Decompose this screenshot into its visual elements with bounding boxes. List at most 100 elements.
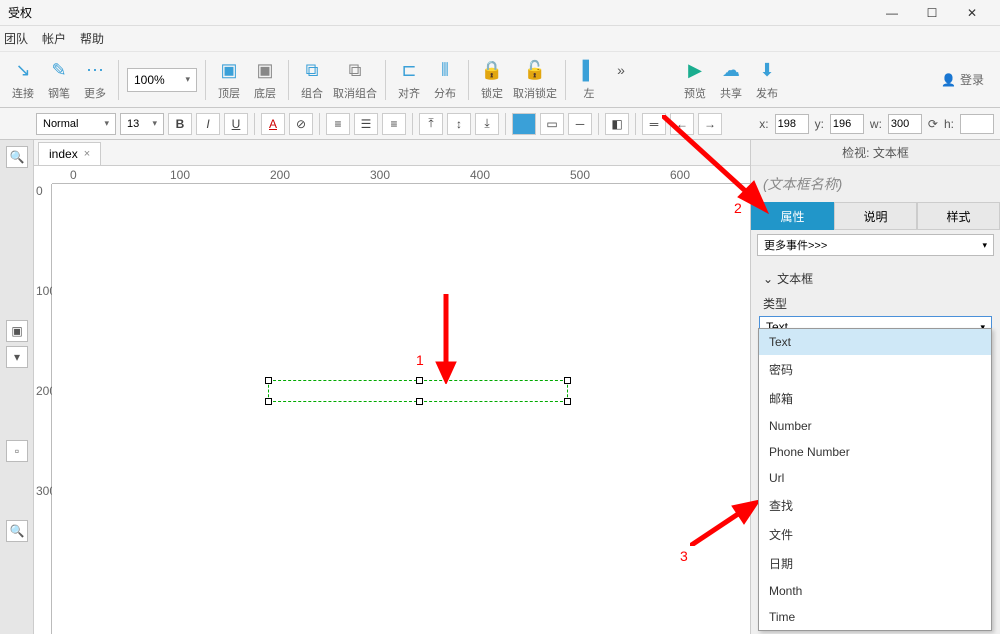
align-center-button[interactable]: ☰ — [354, 113, 378, 135]
tab-index[interactable]: index × — [38, 142, 101, 165]
option-url[interactable]: Url — [759, 465, 991, 491]
type-label: 类型 — [751, 291, 1000, 314]
unlock-button[interactable]: 🔓取消锁定 — [513, 59, 557, 101]
selected-widget[interactable] — [268, 380, 568, 402]
option-email[interactable]: 邮箱 — [759, 384, 991, 413]
option-phone[interactable]: Phone Number — [759, 439, 991, 465]
lock-icon: 🔒 — [480, 59, 504, 83]
line-style-button[interactable]: ─ — [568, 113, 592, 135]
align-button[interactable]: ⊏对齐 — [394, 59, 424, 101]
text-color-button[interactable]: A — [261, 113, 285, 135]
option-password[interactable]: 密码 — [759, 355, 991, 384]
unlock-icon: 🔓 — [523, 59, 547, 83]
publish-button[interactable]: ⬇发布 — [752, 59, 782, 101]
bold-button[interactable]: B — [168, 113, 192, 135]
border-button[interactable]: ▭ — [540, 113, 564, 135]
widget-name-field[interactable]: (文本框名称) — [751, 166, 1000, 202]
option-file[interactable]: 文件 — [759, 520, 991, 549]
maximize-button[interactable]: ☐ — [912, 0, 952, 26]
italic-button[interactable]: I — [196, 113, 220, 135]
option-month[interactable]: Month — [759, 578, 991, 604]
inspector-title: 检视: 文本框 — [751, 140, 1000, 166]
more-icon: ⋯ — [83, 59, 107, 83]
share-button[interactable]: ☁共享 — [716, 59, 746, 101]
left-align-button[interactable]: ▌左 — [574, 59, 604, 101]
tab-style[interactable]: 样式 — [917, 202, 1000, 230]
underline-button[interactable]: U — [224, 113, 248, 135]
format-bar: Normal 13 B I U A ⊘ ≡ ☰ ≡ ⤒ ↕ ⤓ ▭ ─ ◧ ═ … — [0, 108, 1000, 140]
y-input[interactable] — [830, 114, 864, 134]
minimize-button[interactable]: — — [872, 0, 912, 26]
close-button[interactable]: ✕ — [952, 0, 992, 26]
main-toolbar: ↘连接 ✎钢笔 ⋯更多 100% ▣顶层 ▣底层 ⧉组合 ⧉取消组合 ⊏对齐 ⦀… — [0, 52, 1000, 108]
option-text[interactable]: Text — [759, 329, 991, 355]
rotate-icon: ⟳ — [928, 117, 938, 131]
menu-team[interactable]: 团队 — [4, 30, 28, 47]
search-widgets-button[interactable]: 🔍 — [6, 520, 28, 542]
type-dropdown: Text 密码 邮箱 Number Phone Number Url 查找 文件… — [758, 328, 992, 631]
close-tab-icon[interactable]: × — [84, 148, 90, 160]
window-title: 受权 — [8, 4, 872, 21]
ruler-vertical: 0 100 200 300 — [34, 184, 52, 634]
panel-collapse-2[interactable]: ▾ — [6, 346, 28, 368]
group-icon: ⧉ — [300, 59, 324, 83]
font-select[interactable]: Normal — [36, 113, 116, 135]
fill-button[interactable] — [512, 113, 536, 135]
left-panel-strip: 🔍 ▣ ▾ ▫ 🔍 — [0, 140, 34, 634]
y-label: y: — [815, 117, 824, 131]
send-back-icon: ▣ — [253, 59, 277, 83]
align-left-button[interactable]: ≡ — [326, 113, 350, 135]
tab-description[interactable]: 说明 — [834, 202, 917, 230]
menu-account[interactable]: 帐户 — [42, 30, 66, 47]
toolbar-overflow[interactable]: » — [610, 59, 632, 81]
option-number[interactable]: Number — [759, 413, 991, 439]
bring-front-icon: ▣ — [217, 59, 241, 83]
play-icon: ▶ — [683, 59, 707, 83]
option-date[interactable]: 日期 — [759, 549, 991, 578]
ungroup-button[interactable]: ⧉取消组合 — [333, 59, 377, 101]
valign-mid-button[interactable]: ↕ — [447, 113, 471, 135]
coordinates: x: y: w: ⟳ h: — [759, 114, 994, 134]
connect-button[interactable]: ↘连接 — [8, 59, 38, 101]
distribute-button[interactable]: ⦀分布 — [430, 59, 460, 101]
valign-top-button[interactable]: ⤒ — [419, 113, 443, 135]
panel-collapse-1[interactable]: ▣ — [6, 320, 28, 342]
option-search[interactable]: 查找 — [759, 491, 991, 520]
publish-icon: ⬇ — [755, 59, 779, 83]
front-button[interactable]: ▣顶层 — [214, 59, 244, 101]
left-icon: ▌ — [577, 59, 601, 83]
menu-bar: 团队 帐户 帮助 — [0, 26, 1000, 52]
back-button[interactable]: ▣底层 — [250, 59, 280, 101]
x-input[interactable] — [775, 114, 809, 134]
more-button[interactable]: ⋯更多 — [80, 59, 110, 101]
section-textfield[interactable]: 文本框 — [751, 260, 1000, 291]
align-right-button[interactable]: ≡ — [382, 113, 406, 135]
annotation-number-3: 3 — [680, 548, 688, 564]
panel-collapse-3[interactable]: ▫ — [6, 440, 28, 462]
search-pages-button[interactable]: 🔍 — [6, 146, 28, 168]
canvas[interactable]: 1 — [52, 184, 750, 634]
preview-button[interactable]: ▶预览 — [680, 59, 710, 101]
h-label: h: — [944, 117, 954, 131]
login-button[interactable]: 👤 登录 — [933, 67, 992, 92]
size-select[interactable]: 13 — [120, 113, 164, 135]
distribute-icon: ⦀ — [433, 59, 457, 83]
lock-button[interactable]: 🔒锁定 — [477, 59, 507, 101]
connect-icon: ↘ — [11, 59, 35, 83]
pen-button[interactable]: ✎钢笔 — [44, 59, 74, 101]
menu-help[interactable]: 帮助 — [80, 30, 104, 47]
shadow-button[interactable]: ◧ — [605, 113, 629, 135]
clear-format-button[interactable]: ⊘ — [289, 113, 313, 135]
valign-bot-button[interactable]: ⤓ — [475, 113, 499, 135]
align-icon: ⊏ — [397, 59, 421, 83]
group-button[interactable]: ⧉组合 — [297, 59, 327, 101]
inspector-tabs: 属性 说明 样式 — [751, 202, 1000, 230]
user-icon: 👤 — [941, 73, 956, 87]
ungroup-icon: ⧉ — [343, 59, 367, 83]
h-input[interactable] — [960, 114, 994, 134]
annotation-arrow-3 — [690, 500, 760, 546]
title-bar: 受权 — ☐ ✕ — [0, 0, 1000, 26]
zoom-select[interactable]: 100% — [127, 68, 197, 92]
more-events-select[interactable]: 更多事件>>> — [757, 234, 994, 256]
w-input[interactable] — [888, 114, 922, 134]
